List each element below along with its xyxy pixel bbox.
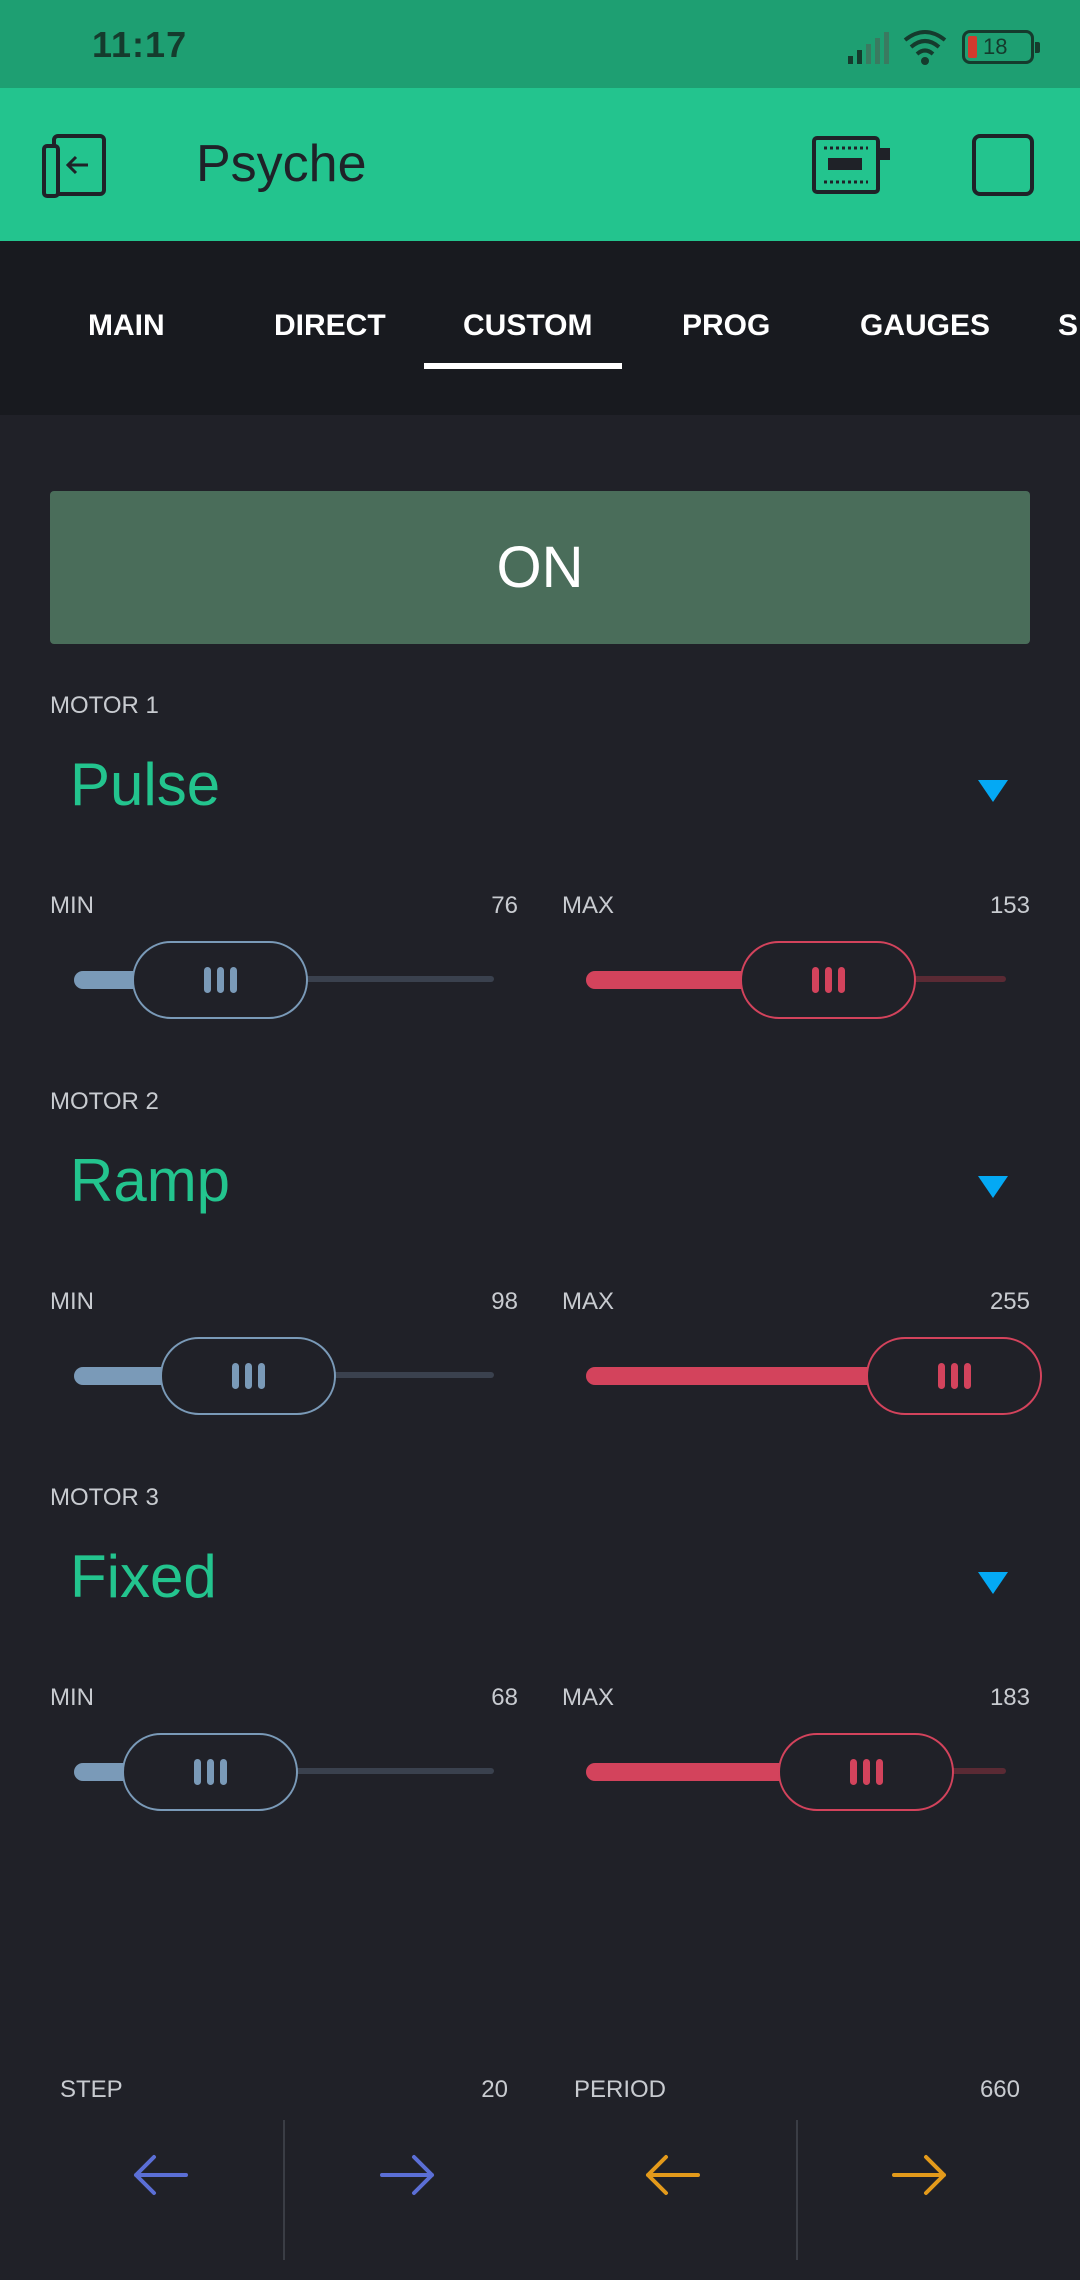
dropdown-arrow-icon <box>978 1572 1008 1594</box>
motor-1-min-label: MIN <box>50 892 94 919</box>
motor-1-label: MOTOR 1 <box>50 692 159 719</box>
back-icon[interactable] <box>40 132 112 204</box>
motor-2-label: MOTOR 2 <box>50 1088 159 1115</box>
slider-handle[interactable] <box>778 1733 954 1811</box>
motor-1-min-slider[interactable] <box>74 941 494 1021</box>
motor-1-min-value: 76 <box>491 892 518 919</box>
device-icon[interactable] <box>810 134 890 196</box>
motor-2-max-label: MAX <box>562 1288 615 1315</box>
active-tab-indicator <box>424 363 622 369</box>
motor-3-mode-dropdown[interactable]: Fixed <box>50 1542 1030 1632</box>
status-bar: 11:17 18 <box>0 0 1080 88</box>
motor-2-max-slider[interactable] <box>586 1337 1042 1417</box>
period-divider <box>796 2120 798 2260</box>
motor-2-mode-dropdown[interactable]: Ramp <box>50 1146 1030 1236</box>
motor-3-min-label: MIN <box>50 1684 94 1711</box>
step-divider <box>283 2120 285 2260</box>
motor-2-mode-value: Ramp <box>70 1147 231 1214</box>
slider-handle[interactable] <box>160 1337 336 1415</box>
motor-3-min-slider[interactable] <box>74 1733 494 1813</box>
motor-3-max-label: MAX <box>562 1684 615 1711</box>
motor-3-max-value: 183 <box>989 1684 1030 1711</box>
slider-handle[interactable] <box>740 941 916 1019</box>
motor-3-max-slider[interactable] <box>586 1733 1006 1813</box>
arrow-right-icon <box>892 2155 946 2195</box>
tab-custom[interactable]: CUSTOM <box>463 309 592 343</box>
slider-handle[interactable] <box>122 1733 298 1811</box>
period-label: PERIOD <box>574 2076 667 2103</box>
dropdown-arrow-icon <box>978 780 1008 802</box>
step-decrease-button[interactable] <box>100 2140 220 2210</box>
step-label: STEP <box>60 2076 123 2103</box>
motor-1-mode-dropdown[interactable]: Pulse <box>50 750 1030 840</box>
status-time: 11:17 <box>92 24 188 65</box>
period-value: 660 <box>979 2076 1020 2103</box>
app-header: Psyche <box>0 88 1080 241</box>
period-decrease-button[interactable] <box>612 2140 732 2210</box>
tab-settings[interactable]: SE <box>1058 309 1080 343</box>
slider-handle[interactable] <box>132 941 308 1019</box>
battery-icon: 18 <box>962 30 1040 64</box>
motor-1-max-value: 153 <box>989 892 1030 919</box>
motor-2-min-slider[interactable] <box>74 1337 494 1417</box>
signal-icon <box>848 32 889 64</box>
motor-1-max-label: MAX <box>562 892 615 919</box>
battery-level: 18 <box>983 34 1008 59</box>
dropdown-arrow-icon <box>978 1176 1008 1198</box>
tab-prog[interactable]: PROG <box>682 309 770 343</box>
motor-1-mode-value: Pulse <box>70 751 221 818</box>
slider-handle[interactable] <box>866 1337 1042 1415</box>
step-increase-button[interactable] <box>348 2140 468 2210</box>
arrow-right-icon <box>380 2155 434 2195</box>
motor-1-max-slider[interactable] <box>586 941 1006 1021</box>
arrow-left-icon <box>134 2155 188 2195</box>
motor-3-min-value: 68 <box>491 1684 518 1711</box>
motor-2-min-label: MIN <box>50 1288 94 1315</box>
motor-3-mode-value: Fixed <box>70 1543 217 1610</box>
tab-bar: MAIN DIRECT CUSTOM PROG GAUGES SE <box>0 241 1080 415</box>
arrow-left-icon <box>646 2155 700 2195</box>
period-increase-button[interactable] <box>860 2140 980 2210</box>
power-on-button[interactable]: ON <box>50 491 1030 644</box>
motor-2-max-value: 255 <box>989 1288 1030 1315</box>
tab-gauges[interactable]: GAUGES <box>860 309 990 343</box>
wifi-icon <box>903 30 947 65</box>
menu-square-button[interactable] <box>972 134 1034 196</box>
tab-direct[interactable]: DIRECT <box>274 309 386 343</box>
step-value: 20 <box>481 2076 508 2103</box>
motor-2-min-value: 98 <box>491 1288 518 1315</box>
tab-main[interactable]: MAIN <box>88 309 165 343</box>
page-title: Psyche <box>196 135 367 193</box>
motor-3-label: MOTOR 3 <box>50 1484 159 1511</box>
